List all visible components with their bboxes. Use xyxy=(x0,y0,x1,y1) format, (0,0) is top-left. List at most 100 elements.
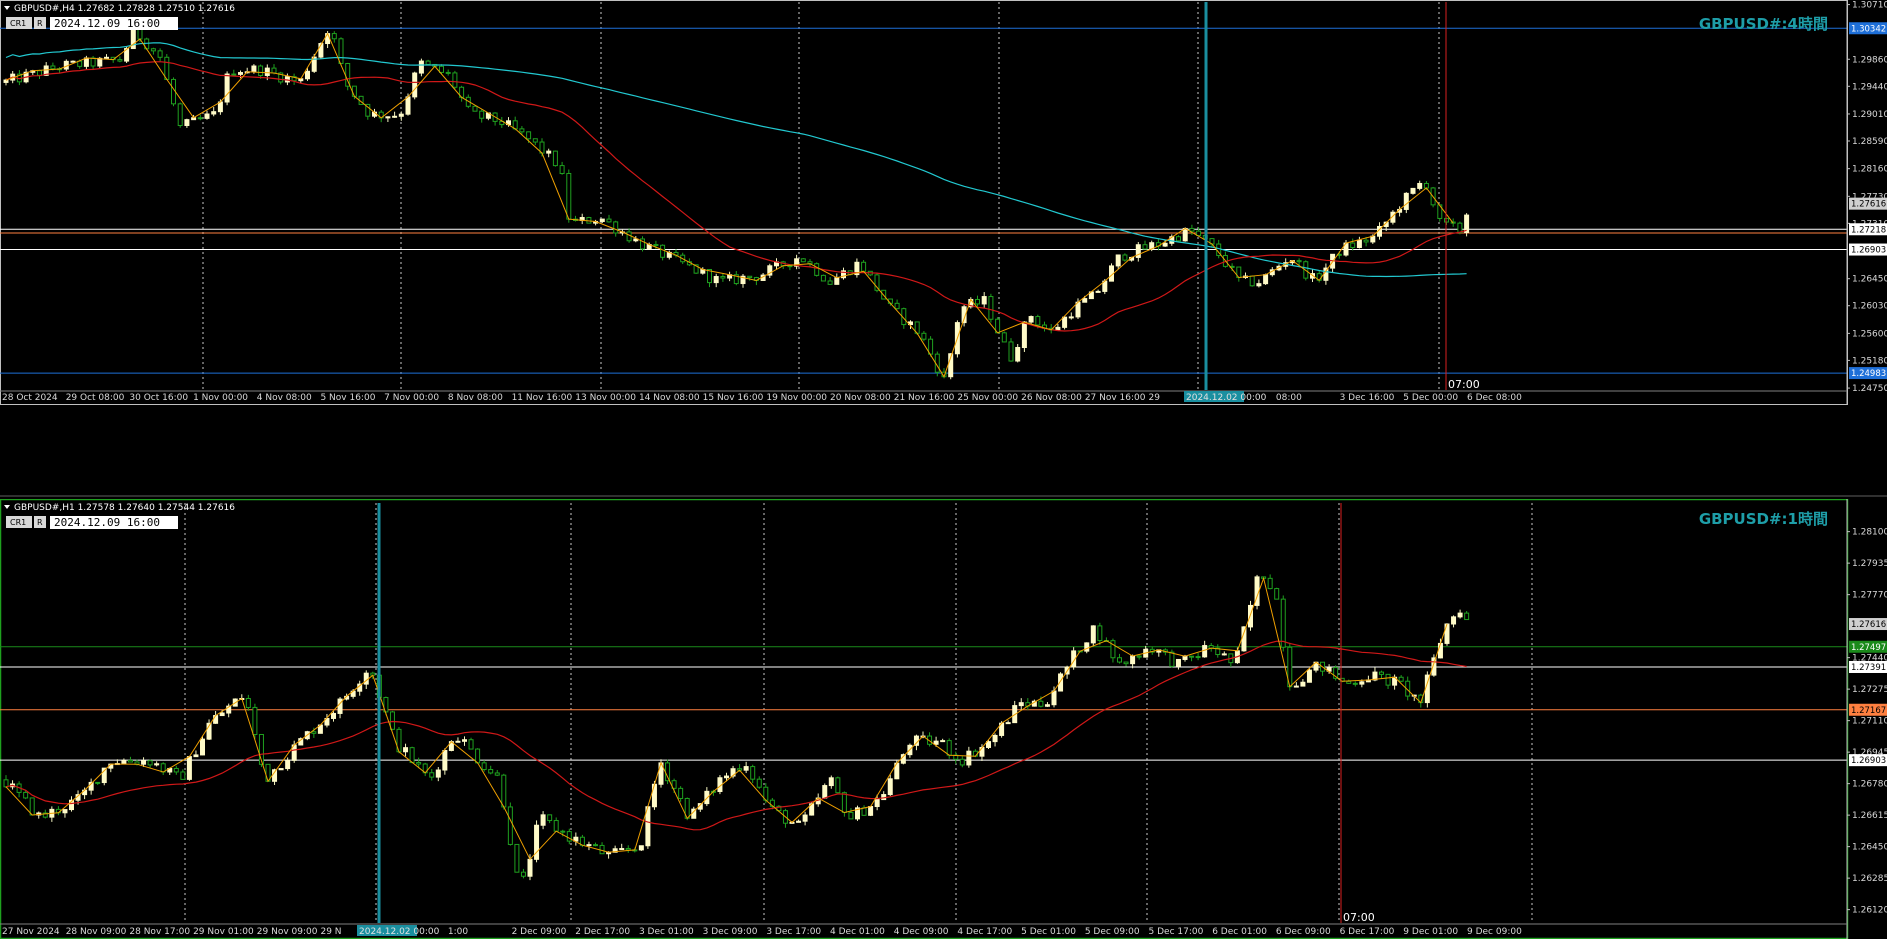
candle-body xyxy=(481,762,487,771)
candle-body xyxy=(1417,182,1423,189)
pane-gap xyxy=(0,405,1887,499)
time-label: 6 Dec 01:00 xyxy=(1212,927,1267,937)
candle-body xyxy=(389,711,395,730)
candle-body xyxy=(224,73,230,103)
candle-body xyxy=(1457,612,1463,618)
candle-body xyxy=(1398,676,1404,682)
candle-body xyxy=(653,244,659,247)
time-label: 4 Dec 09:00 xyxy=(894,927,949,937)
candle-body xyxy=(946,740,952,756)
candle-body xyxy=(1162,242,1168,247)
candle-body xyxy=(331,712,336,719)
panel-h1: 07:00 GBPUSD#,H1 1.27578 1.27640 1.27544 … xyxy=(0,498,1887,939)
time-label: 3 Dec 09:00 xyxy=(703,927,758,937)
candle-body xyxy=(137,28,143,40)
separator-date-label: 2024.12.02 00:00 xyxy=(1186,393,1267,403)
candle-body xyxy=(217,101,223,113)
candle-body xyxy=(1293,685,1299,688)
price-label: 1.28160 xyxy=(1852,165,1887,175)
price-label: 1.29860 xyxy=(1852,55,1887,65)
time-label: 11 Nov 16:00 xyxy=(512,393,573,403)
price-label: 1.26120 xyxy=(1852,906,1887,916)
candle-body xyxy=(1385,673,1391,686)
candle-body xyxy=(800,258,806,263)
candle-body xyxy=(213,715,219,724)
candle-body xyxy=(97,57,103,67)
time-label: 9 Dec 09:00 xyxy=(1467,927,1522,937)
candle-body xyxy=(1176,236,1181,242)
candle-body xyxy=(532,138,538,143)
candle-body xyxy=(1015,347,1021,362)
candle-body xyxy=(527,858,533,877)
candle-body xyxy=(1130,655,1136,665)
candle-body xyxy=(385,116,391,119)
candle-body xyxy=(802,814,808,822)
candle-body xyxy=(258,65,264,76)
price-label: 1.26450 xyxy=(1852,843,1887,853)
price-label: 1.26285 xyxy=(1852,874,1887,884)
candle-body xyxy=(814,263,820,276)
candle-body xyxy=(606,218,612,223)
candle-body xyxy=(184,119,190,126)
menu-arrow-icon xyxy=(4,6,10,10)
candle-body xyxy=(887,778,893,796)
candle-body xyxy=(462,739,467,742)
time-label: 28 Oct 2024 xyxy=(2,393,58,403)
crosshair-time-label: 07:00 xyxy=(1448,378,1480,391)
time-label: 5 Dec 17:00 xyxy=(1149,927,1204,937)
candle-body xyxy=(278,768,284,771)
candle-body xyxy=(1221,653,1227,656)
candle-body xyxy=(435,769,441,778)
candle-body xyxy=(1379,671,1384,675)
candle-body xyxy=(177,103,183,126)
candle-body xyxy=(1196,230,1202,237)
time-label: 5 Dec 01:00 xyxy=(1021,927,1076,937)
candle-body xyxy=(1090,625,1096,644)
price-tag: 1.27218 xyxy=(1851,225,1886,235)
price-label: 1.27935 xyxy=(1852,559,1887,569)
time-label: 5 Dec 00:00 xyxy=(1403,393,1458,403)
candle-body xyxy=(95,781,101,784)
candle-body xyxy=(796,820,802,823)
time-label: 6 Dec 08:00 xyxy=(1467,393,1522,403)
price-tag: 1.27616 xyxy=(1851,200,1886,210)
candle-body xyxy=(566,831,572,842)
price-label: 1.27110 xyxy=(1852,717,1887,727)
time-label: 1:00 xyxy=(448,927,468,937)
candle-body xyxy=(1451,616,1457,625)
price-tag: 1.30342 xyxy=(1851,24,1886,34)
time-label: 2 Dec 09:00 xyxy=(512,927,567,937)
candle-body xyxy=(418,60,424,74)
candle-body xyxy=(1356,239,1362,248)
candle-body xyxy=(822,785,828,799)
candle-body xyxy=(820,274,826,282)
candle-body xyxy=(1189,227,1195,232)
candle-body xyxy=(305,70,310,80)
crosshair-time-label: 07:00 xyxy=(1343,911,1375,924)
candle-body xyxy=(988,296,994,320)
candle-body xyxy=(252,706,258,735)
candle-body xyxy=(338,38,344,64)
time-label: 28 Nov 17:00 xyxy=(129,927,190,937)
candle-body xyxy=(452,72,458,88)
candle-body xyxy=(311,731,317,734)
candle-body xyxy=(104,56,109,59)
time-label: 27 Nov 16:00 xyxy=(1085,393,1146,403)
candle-body xyxy=(1464,612,1470,621)
price-label: 1.28100 xyxy=(1852,528,1887,538)
time-label: 29 N xyxy=(320,927,341,937)
candle-body xyxy=(507,806,513,845)
candle-body xyxy=(966,750,972,766)
candle-body xyxy=(1068,316,1074,319)
candle-body xyxy=(626,231,632,242)
candle-body xyxy=(1280,598,1286,648)
candle-body xyxy=(154,763,160,766)
candle-body xyxy=(238,72,243,75)
time-label: 08:00 xyxy=(1276,393,1302,403)
candle-body xyxy=(211,111,217,115)
candle-body xyxy=(193,754,199,758)
candle-body xyxy=(959,758,965,766)
candle-body xyxy=(351,85,357,97)
time-label: 21 Nov 16:00 xyxy=(894,393,955,403)
candle-body xyxy=(445,71,451,74)
